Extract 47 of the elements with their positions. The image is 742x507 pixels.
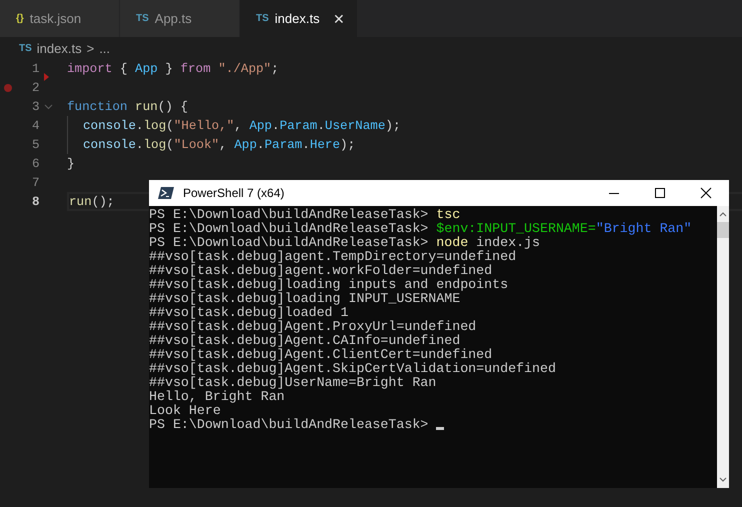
- line-number: 5: [31, 138, 40, 152]
- code-line: }: [67, 156, 75, 170]
- editor-tab[interactable]: {} task.json: [0, 0, 120, 37]
- file-type-icon: TS: [136, 13, 149, 24]
- breadcrumb-item[interactable]: ...: [99, 40, 110, 56]
- window-title: PowerShell 7 (x64): [183, 186, 284, 200]
- terminal-line: Look Here: [149, 404, 221, 418]
- line-number: 3: [31, 100, 40, 114]
- terminal-line: ##vso[task.debug]agent.TempDirectory=undefined: [149, 250, 516, 264]
- fold-chevron-icon[interactable]: [44, 104, 53, 110]
- line-number: 4: [31, 118, 40, 132]
- editor-tab[interactable]: TS index.ts ✕: [240, 0, 358, 37]
- terminal-line: ##vso[task.debug]loaded 1: [149, 306, 348, 320]
- breadcrumb-item[interactable]: index.ts: [36, 40, 82, 56]
- code-line: function run() {: [67, 100, 188, 114]
- terminal-line: Hello, Bright Ran: [149, 390, 285, 404]
- terminal-line: PS E:\Download\buildAndReleaseTask> node index.js: [149, 236, 540, 250]
- editor-tab[interactable]: TS App.ts: [120, 0, 240, 37]
- terminal-line: PS E:\Download\buildAndReleaseTask>: [149, 418, 430, 432]
- terminal-line: ##vso[task.debug]Agent.ClientCert=undefined: [149, 348, 492, 362]
- terminal-line: ##vso[task.debug]loading inputs and endpoints: [149, 278, 508, 292]
- terminal-line: ##vso[task.debug]agent.workFolder=undefined: [149, 264, 492, 278]
- terminal-line: PS E:\Download\buildAndReleaseTask> $env:INPUT_USERNAME="Bright Ran": [149, 222, 692, 236]
- line-number: 2: [31, 80, 40, 94]
- scrollbar[interactable]: [717, 206, 729, 488]
- breadcrumb-separator: >: [86, 40, 94, 56]
- terminal-line: ##vso[task.debug]Agent.ProxyUrl=undefined: [149, 320, 476, 334]
- powershell-icon: [158, 187, 174, 199]
- code-line: console.log("Look", App.Param.Here);: [83, 138, 356, 152]
- file-type-icon: TS: [256, 13, 269, 24]
- file-type-icon: TS: [19, 42, 32, 54]
- line-number: 8: [31, 194, 40, 208]
- terminal-line: ##vso[task.debug]Agent.CAInfo=undefined: [149, 334, 460, 348]
- line-number: 7: [31, 176, 40, 190]
- line-number: 6: [31, 156, 40, 170]
- terminal-line: PS E:\Download\buildAndReleaseTask> tsc: [149, 208, 460, 222]
- code-line: console.log("Hello,", App.Param.UserName);: [83, 118, 401, 132]
- scroll-thumb[interactable]: [717, 222, 729, 238]
- file-type-icon: {}: [16, 13, 24, 24]
- terminal-line: ##vso[task.debug]loading INPUT_USERNAME: [149, 292, 460, 306]
- terminal-line: ##vso[task.debug]UserName=Bright Ran: [149, 376, 436, 390]
- close-icon[interactable]: ✕: [333, 10, 345, 26]
- line-number: 1: [31, 62, 40, 76]
- breakpoint-dot[interactable]: [4, 84, 12, 92]
- terminal-line: ##vso[task.debug]Agent.SkipCertValidation=undefined: [149, 362, 556, 376]
- code-line: run();: [69, 194, 114, 208]
- code-line: import { App } from "./App";: [67, 62, 279, 76]
